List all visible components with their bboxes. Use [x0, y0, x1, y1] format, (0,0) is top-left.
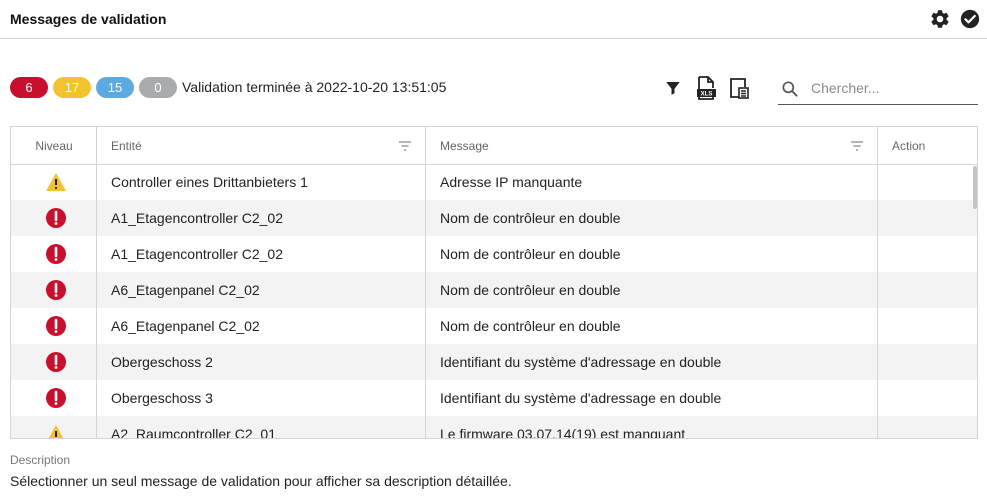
entity-cell: A1_Etagencontroller C2_02	[111, 246, 284, 262]
column-divider[interactable]	[877, 127, 878, 438]
column-label: Action	[892, 138, 926, 153]
message-cell: Nom de contrôleur en double	[440, 210, 621, 226]
error-icon	[44, 242, 68, 266]
message-cell: Nom de contrôleur en double	[440, 246, 621, 262]
message-cell: Nom de contrôleur en double	[440, 318, 621, 334]
filter-icon[interactable]	[662, 76, 684, 100]
svg-text:XLS: XLS	[701, 92, 713, 98]
table-row[interactable]: Obergeschoss 2 Identifiant du système d'…	[11, 344, 977, 380]
message-cell: Nom de contrôleur en double	[440, 282, 621, 298]
check-circle-icon[interactable]	[959, 8, 981, 30]
table-row[interactable]: A1_Etagencontroller C2_02 Nom de contrôl…	[11, 236, 977, 272]
entity-cell: A6_Etagenpanel C2_02	[111, 282, 260, 298]
filter-lines-icon[interactable]	[850, 140, 864, 151]
toolbar-actions: XLS	[662, 76, 750, 100]
message-cell: Adresse IP manquante	[440, 174, 583, 190]
hint-count-badge[interactable]: 0	[139, 76, 177, 98]
error-icon	[44, 278, 68, 302]
column-header-action[interactable]: Action	[878, 127, 977, 164]
validation-status-text: Validation terminée à 2022-10-20 13:51:0…	[182, 79, 447, 95]
error-icon	[44, 386, 68, 410]
info-count-badge[interactable]: 15	[96, 76, 134, 98]
column-divider[interactable]	[425, 127, 426, 438]
validation-summary: 6 17 15 0 Validation terminée à 2022-10-…	[10, 76, 446, 98]
warning-icon	[44, 422, 68, 438]
filter-lines-icon[interactable]	[398, 140, 412, 151]
error-icon	[44, 206, 68, 230]
table-row[interactable]: Obergeschoss 3 Identifiant du système d'…	[11, 380, 977, 416]
column-header-level[interactable]: Niveau	[11, 127, 97, 164]
entity-cell: A6_Etagenpanel C2_02	[111, 318, 260, 334]
export-list-icon[interactable]	[728, 76, 750, 100]
search-input[interactable]	[811, 78, 971, 98]
message-cell: Identifiant du système d'adressage en do…	[440, 354, 722, 370]
entity-cell: A1_Etagencontroller C2_02	[111, 210, 284, 226]
vertical-scrollbar[interactable]	[973, 166, 977, 209]
title-actions	[929, 8, 981, 30]
error-icon	[44, 350, 68, 374]
column-label: Message	[440, 138, 489, 153]
message-cell: Identifiant du système d'adressage en do…	[440, 390, 722, 406]
table-row[interactable]: A6_Etagenpanel C2_02 Nom de contrôleur e…	[11, 272, 977, 308]
search-icon	[780, 79, 800, 99]
entity-cell: Obergeschoss 2	[111, 354, 213, 370]
description-label: Description	[10, 453, 71, 467]
column-header-message[interactable]: Message	[426, 127, 878, 164]
search-box	[778, 72, 978, 105]
entity-cell: Controller eines Drittanbieters 1	[111, 174, 308, 190]
error-icon	[44, 314, 68, 338]
entity-cell: A2_Raumcontroller C2_01	[111, 426, 276, 439]
table-row[interactable]: A2_Raumcontroller C2_01 Le firmware 03.0…	[11, 416, 977, 439]
gear-icon[interactable]	[929, 8, 951, 30]
table-row[interactable]: A6_Etagenpanel C2_02 Nom de contrôleur e…	[11, 308, 977, 344]
table-header: Niveau Entité Message Action	[11, 127, 977, 165]
warning-icon	[44, 170, 68, 194]
table-row[interactable]: A1_Etagencontroller C2_02 Nom de contrôl…	[11, 200, 977, 236]
message-cell: Le firmware 03.07.14(19) est manquant	[440, 426, 686, 439]
error-count-badge[interactable]: 6	[10, 76, 48, 98]
column-divider[interactable]	[96, 127, 97, 438]
warning-count-badge[interactable]: 17	[53, 76, 91, 98]
column-header-entity[interactable]: Entité	[97, 127, 426, 164]
page-title: Messages de validation	[10, 11, 167, 27]
validation-table: Niveau Entité Message Action Controller …	[10, 126, 978, 439]
export-xls-icon[interactable]: XLS	[695, 76, 717, 100]
table-row[interactable]: Controller eines Drittanbieters 1 Adress…	[11, 164, 977, 200]
entity-cell: Obergeschoss 3	[111, 390, 213, 406]
description-text: Sélectionner un seul message de validati…	[10, 473, 512, 489]
column-label: Niveau	[35, 138, 73, 153]
title-bar: Messages de validation	[0, 0, 987, 39]
column-label: Entité	[111, 138, 142, 153]
